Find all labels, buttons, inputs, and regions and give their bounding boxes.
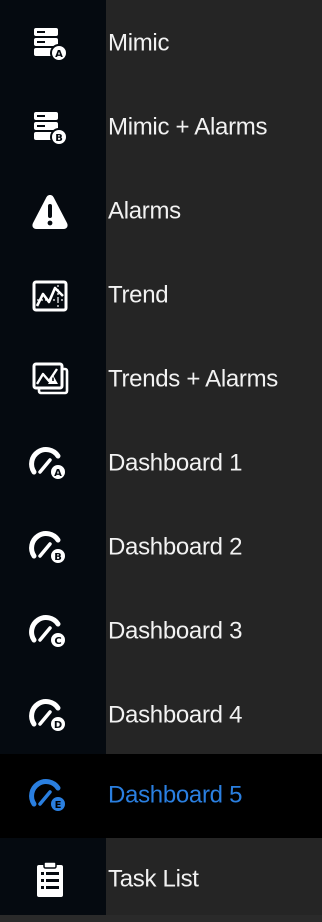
menu-item-label: Dashboard 1: [108, 449, 243, 477]
svg-text:E: E: [55, 800, 62, 811]
svg-text:C: C: [54, 636, 61, 647]
svg-text:B: B: [55, 133, 63, 144]
dashboard-gauge-a-icon: A: [28, 442, 72, 486]
menu-item-label: Dashboard 3: [108, 617, 243, 645]
menu-item-label: Trend: [108, 281, 169, 309]
menu-item-dashboard-5[interactable]: E Dashboard 5: [0, 754, 322, 838]
menu-item-dashboard-4[interactable]: D Dashboard 4: [0, 674, 322, 758]
trends-alarms-icon: [28, 358, 72, 402]
dashboard-gauge-e-icon: E: [28, 774, 72, 818]
menu-item-label: Task List: [108, 865, 199, 893]
trend-icon: [28, 274, 72, 318]
svg-text:D: D: [54, 720, 62, 731]
menu-item-trends-alarms[interactable]: Trends + Alarms: [0, 338, 322, 422]
menu-item-label: Dashboard 2: [108, 533, 243, 561]
menu-item-task-list[interactable]: Task List: [0, 838, 322, 922]
navigation-menu: A Mimic B Mimic + Alarms Alarms Trend Tr…: [0, 0, 322, 915]
menu-item-label: Mimic + Alarms: [108, 113, 268, 141]
dashboard-gauge-d-icon: D: [28, 694, 72, 738]
menu-item-alarms[interactable]: Alarms: [0, 170, 322, 254]
menu-item-dashboard-3[interactable]: C Dashboard 3: [0, 590, 322, 674]
menu-item-trend[interactable]: Trend: [0, 254, 322, 338]
dashboard-gauge-c-icon: C: [28, 610, 72, 654]
menu-item-label: Dashboard 5: [108, 781, 243, 809]
menu-item-dashboard-2[interactable]: B Dashboard 2: [0, 506, 322, 590]
task-list-icon: [28, 858, 72, 902]
menu-item-label: Mimic: [108, 29, 170, 57]
alarm-warning-icon: [28, 190, 72, 234]
menu-item-label: Alarms: [108, 197, 181, 225]
svg-text:B: B: [54, 552, 62, 563]
dashboard-gauge-b-icon: B: [28, 526, 72, 570]
mimic-a-icon: A: [28, 22, 72, 66]
menu-item-label: Trends + Alarms: [108, 365, 279, 393]
svg-text:A: A: [54, 468, 62, 479]
menu-item-mimic[interactable]: A Mimic: [0, 2, 322, 86]
menu-item-label: Dashboard 4: [108, 701, 243, 729]
svg-text:A: A: [55, 49, 63, 60]
menu-item-dashboard-1[interactable]: A Dashboard 1: [0, 422, 322, 506]
mimic-b-icon: B: [28, 106, 72, 150]
menu-item-mimic-alarms[interactable]: B Mimic + Alarms: [0, 86, 322, 170]
